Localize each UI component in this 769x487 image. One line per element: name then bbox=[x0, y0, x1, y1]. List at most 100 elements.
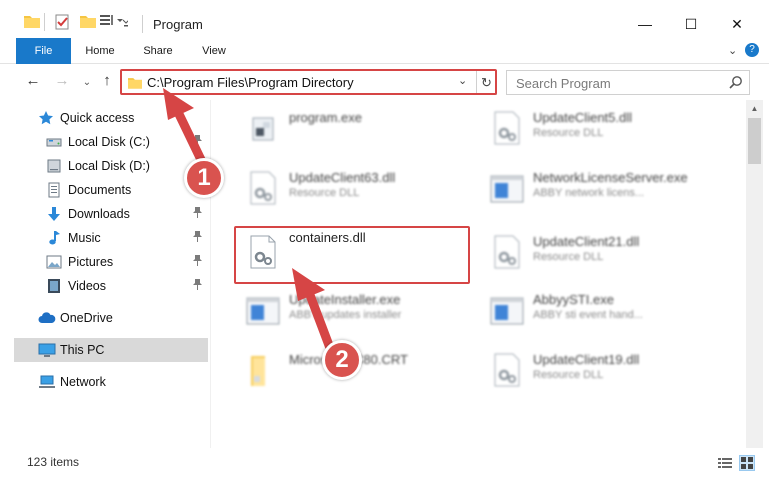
sidebar-item-onedrive[interactable]: OneDrive bbox=[0, 306, 208, 330]
file-item-updateclient63[interactable]: UpdateClient63.dll Resource DLL bbox=[237, 162, 487, 220]
tab-file[interactable]: File bbox=[16, 38, 71, 64]
pin-icon[interactable] bbox=[193, 135, 202, 149]
sidebar-item-documents[interactable]: Documents bbox=[0, 178, 208, 202]
up-button[interactable]: ↑ bbox=[98, 72, 116, 90]
folder-icon bbox=[243, 350, 283, 390]
file-description: ABBY sti event hand... bbox=[533, 309, 643, 321]
step-2-callout: 2 bbox=[322, 340, 362, 380]
sidebar-item-network[interactable]: Network bbox=[0, 370, 208, 394]
videos-icon bbox=[46, 278, 62, 294]
sidebar-item-label: Downloads bbox=[68, 207, 130, 221]
pin-icon[interactable] bbox=[193, 231, 202, 245]
drive-icon bbox=[46, 134, 62, 150]
dll-gear-icon bbox=[487, 108, 527, 148]
file-item-networklicenseserver[interactable]: NetworkLicenseServer.exe ABBY network li… bbox=[481, 162, 731, 220]
cloud-icon bbox=[38, 310, 56, 326]
sidebar-item-local-disk-c[interactable]: Local Disk (C:) bbox=[0, 130, 208, 154]
file-item-updateinstaller[interactable]: UpdateInstaller.exe ABBY updates install… bbox=[237, 284, 487, 342]
minimize-button[interactable]: — bbox=[622, 10, 668, 38]
sidebar-item-downloads[interactable]: Downloads bbox=[0, 202, 208, 226]
dll-gear-icon bbox=[243, 168, 283, 208]
sidebar-item-label: Documents bbox=[68, 183, 132, 197]
tab-view[interactable]: View bbox=[192, 38, 236, 64]
file-item-updateclient19[interactable]: UpdateClient19.dll Resource DLL bbox=[481, 344, 731, 402]
tab-share[interactable]: Share bbox=[134, 38, 182, 64]
item-count: 123 items bbox=[27, 455, 80, 469]
pin-icon[interactable] bbox=[193, 279, 202, 293]
sidebar-item-label: This PC bbox=[60, 343, 105, 357]
exe-window-icon bbox=[243, 290, 283, 330]
sidebar-item-label: Pictures bbox=[68, 255, 114, 269]
file-description: ABBY updates installer bbox=[289, 309, 402, 321]
details-view-icon[interactable] bbox=[717, 455, 733, 471]
properties-icon[interactable] bbox=[55, 14, 70, 33]
computer-icon bbox=[38, 342, 56, 358]
sidebar-item-local-disk-d[interactable]: Local Disk (D:) bbox=[0, 154, 208, 178]
recent-locations-button[interactable]: ⌄ bbox=[78, 74, 96, 92]
sidebar-item-videos[interactable]: Videos bbox=[0, 274, 208, 298]
file-name: UpdateClient63.dll bbox=[289, 170, 396, 185]
scroll-thumb[interactable] bbox=[748, 118, 761, 164]
status-bar: 123 items bbox=[0, 448, 769, 487]
download-icon bbox=[46, 206, 62, 222]
pin-icon[interactable] bbox=[193, 255, 202, 269]
window-title: Program bbox=[153, 17, 203, 32]
sidebar-item-pictures[interactable]: Pictures bbox=[0, 250, 208, 274]
program-exe-icon bbox=[243, 108, 283, 148]
file-name: program.exe bbox=[289, 110, 362, 125]
search-input[interactable]: Search Program bbox=[516, 76, 611, 91]
sidebar-item-label: Network bbox=[60, 375, 106, 389]
scroll-up-arrow-icon[interactable]: ▲ bbox=[746, 100, 763, 117]
file-description: Resource DLL bbox=[533, 251, 604, 263]
forward-button[interactable]: → bbox=[53, 72, 71, 90]
title-bar: Program — ☐ ✕ bbox=[0, 0, 769, 38]
search-box[interactable]: Search Program bbox=[506, 70, 750, 95]
file-name: UpdateInstaller.exe bbox=[289, 292, 401, 307]
sidebar-item-label: Local Disk (D:) bbox=[68, 159, 150, 173]
sidebar-item-label: Quick access bbox=[60, 111, 135, 125]
help-icon[interactable]: ? bbox=[745, 43, 759, 57]
sidebar-item-label: Videos bbox=[68, 279, 106, 293]
file-item-updateclient5[interactable]: UpdateClient5.dll Resource DLL bbox=[481, 102, 731, 160]
dll-gear-icon bbox=[487, 232, 527, 272]
search-icon[interactable] bbox=[729, 75, 743, 92]
pin-icon[interactable] bbox=[193, 207, 202, 221]
customize-toolbar-icon[interactable] bbox=[100, 14, 130, 31]
sidebar-item-music[interactable]: Music bbox=[0, 226, 208, 250]
documents-icon bbox=[46, 182, 62, 198]
sidebar-item-this-pc[interactable]: This PC bbox=[14, 338, 208, 362]
sidebar-item-quick-access[interactable]: Quick access bbox=[0, 106, 208, 130]
file-item-abbyysti[interactable]: AbbyySTI.exe ABBY sti event hand... bbox=[481, 284, 731, 342]
address-highlight-box bbox=[120, 69, 497, 95]
back-button[interactable]: ← bbox=[24, 72, 42, 90]
file-description: Resource DLL bbox=[533, 127, 604, 139]
maximize-button[interactable]: ☐ bbox=[668, 10, 714, 38]
step-1-callout: 1 bbox=[184, 158, 224, 198]
file-highlight-box bbox=[234, 226, 470, 284]
file-item-program-exe[interactable]: program.exe bbox=[237, 102, 487, 160]
star-icon bbox=[38, 110, 54, 126]
file-description: Resource DLL bbox=[289, 187, 360, 199]
file-description: ABBY network licens... bbox=[533, 187, 645, 199]
tab-home[interactable]: Home bbox=[76, 38, 124, 64]
sidebar-item-label: OneDrive bbox=[60, 311, 113, 325]
file-name: AbbyySTI.exe bbox=[533, 292, 614, 307]
file-name: UpdateClient5.dll bbox=[533, 110, 633, 125]
drive-icon bbox=[46, 158, 62, 174]
navigation-bar: ← → ⌄ ↑ C:\Program Files\Program Directo… bbox=[0, 64, 769, 100]
file-name: UpdateClient21.dll bbox=[533, 234, 640, 249]
vertical-scrollbar[interactable]: ▲ bbox=[746, 100, 763, 448]
close-button[interactable]: ✕ bbox=[714, 10, 760, 38]
network-icon bbox=[38, 374, 55, 390]
large-icons-view-icon[interactable] bbox=[739, 455, 755, 471]
exe-window-icon bbox=[487, 290, 527, 330]
file-item-updateclient21[interactable]: UpdateClient21.dll Resource DLL bbox=[481, 226, 731, 284]
separator bbox=[44, 13, 45, 31]
sidebar-item-label: Music bbox=[68, 231, 101, 245]
ribbon-tabs: File Home Share View ⌄ ? bbox=[0, 38, 769, 64]
pictures-icon bbox=[46, 254, 62, 270]
expand-ribbon-icon[interactable]: ⌄ bbox=[728, 44, 737, 57]
dll-gear-icon bbox=[487, 350, 527, 390]
new-folder-icon[interactable] bbox=[80, 14, 96, 31]
file-item-microsoft-vc80-crt[interactable]: Microsoft.VC80.CRT bbox=[237, 344, 487, 402]
